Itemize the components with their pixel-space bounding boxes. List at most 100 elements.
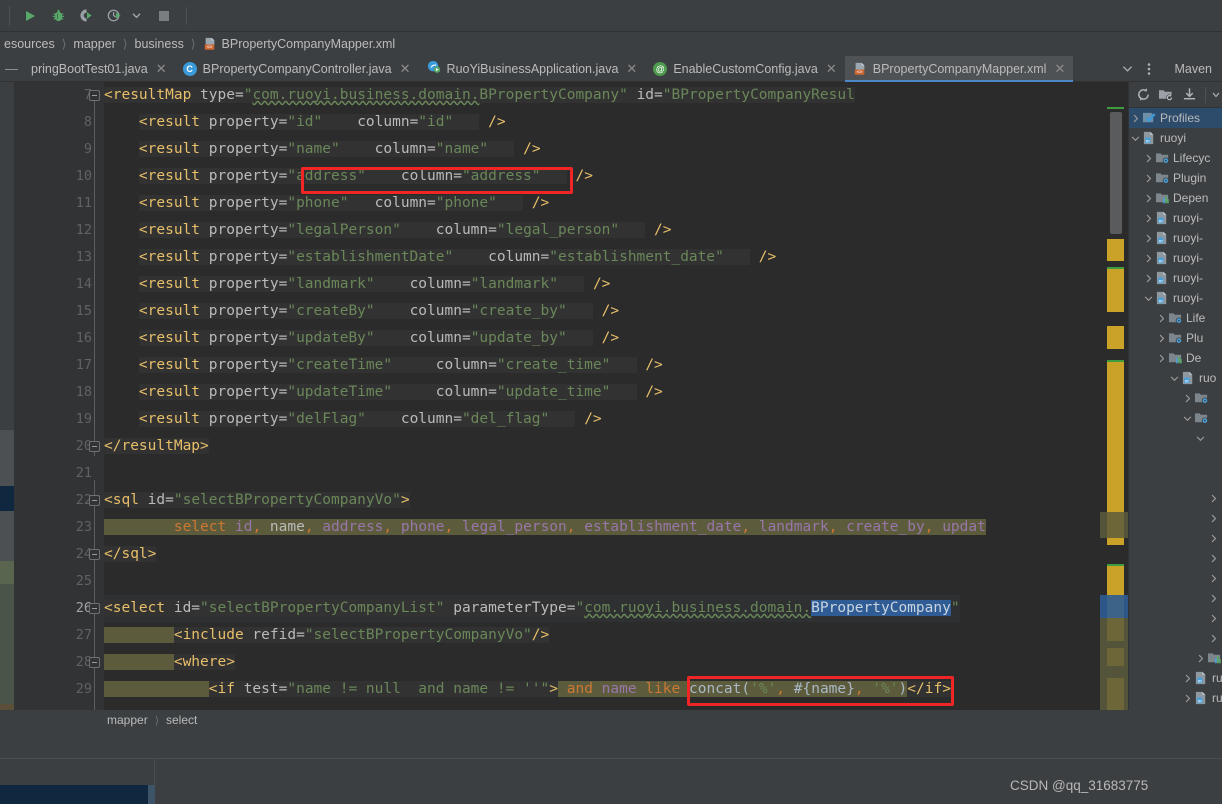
- breadcrumb-item-mapper[interactable]: mapper: [69, 37, 119, 51]
- maven-tree-row[interactable]: Plu: [1129, 328, 1222, 348]
- maven-tree-row[interactable]: mruo: [1129, 368, 1222, 388]
- chevron-right-icon[interactable]: [1142, 254, 1155, 263]
- chevron-right-icon[interactable]: [1142, 214, 1155, 223]
- close-icon[interactable]: ✕: [400, 61, 411, 77]
- maven-tree-row[interactable]: [1129, 608, 1222, 628]
- chevron-right-icon[interactable]: [1142, 154, 1155, 163]
- reload-all-maven-projects-button[interactable]: [1133, 84, 1154, 106]
- maven-tree-row[interactable]: [1129, 588, 1222, 608]
- maven-tree-row[interactable]: [1129, 428, 1222, 448]
- chevron-right-icon[interactable]: [1207, 574, 1220, 583]
- debug-button[interactable]: [44, 3, 72, 29]
- maven-projects-tree[interactable]: ProfilesmruoyiLifecycPluginDepenmruoyi-m…: [1129, 108, 1222, 708]
- chevron-right-icon[interactable]: [1207, 534, 1220, 543]
- maven-tree-row[interactable]: mruoyi-: [1129, 268, 1222, 288]
- chevron-right-icon[interactable]: [1155, 314, 1168, 323]
- profile-button[interactable]: [100, 3, 128, 29]
- scrollbar-thumb[interactable]: [1110, 112, 1122, 234]
- maven-tree-row[interactable]: Profiles: [1129, 108, 1222, 128]
- maven-tree-row[interactable]: [1129, 628, 1222, 648]
- chevron-right-icon[interactable]: [1181, 394, 1194, 403]
- maven-tree-row[interactable]: [1129, 468, 1222, 488]
- chevron-down-icon[interactable]: [1194, 434, 1207, 443]
- tab-enablecustomconfig[interactable]: @ EnableCustomConfig.java ✕: [645, 56, 844, 81]
- chevron-right-icon[interactable]: [1207, 614, 1220, 623]
- maven-tree-row[interactable]: mruoyi: [1129, 128, 1222, 148]
- chevron-right-icon[interactable]: [1194, 654, 1207, 663]
- chevron-right-icon[interactable]: [1181, 694, 1194, 703]
- download-sources-button[interactable]: [1179, 84, 1200, 106]
- chevron-down-icon[interactable]: [1129, 134, 1142, 143]
- breadcrumb-item-file[interactable]: <> BPropertyCompanyMapper.xml: [199, 37, 400, 51]
- stripe-marker-warning[interactable]: [1107, 326, 1124, 349]
- maven-tree-row[interactable]: mruo: [1129, 668, 1222, 688]
- chevron-right-icon[interactable]: [1207, 554, 1220, 563]
- maven-tree-row[interactable]: mruoyi-: [1129, 208, 1222, 228]
- chevron-right-icon[interactable]: [1142, 234, 1155, 243]
- stop-button[interactable]: [150, 3, 178, 29]
- breadcrumb-item-business[interactable]: business: [131, 37, 188, 51]
- run-button[interactable]: [16, 3, 44, 29]
- fold-collapse-icon[interactable]: [89, 549, 100, 560]
- tab-options-button[interactable]: [1138, 57, 1160, 81]
- tab-bpropertycompanymapper[interactable]: <> BPropertyCompanyMapper.xml ✕: [845, 56, 1074, 81]
- fold-collapse-icon[interactable]: [89, 657, 100, 668]
- tab-springboottest01[interactable]: pringBootTest01.java ✕: [23, 56, 175, 81]
- chevron-down-icon[interactable]: [1168, 374, 1181, 383]
- chevron-right-icon[interactable]: [1207, 594, 1220, 603]
- close-icon[interactable]: ✕: [826, 61, 837, 77]
- tab-scroll-left-indicator[interactable]: —: [0, 56, 23, 81]
- breadcrumb-item-select[interactable]: select: [163, 713, 200, 727]
- error-stripe-scrollbar[interactable]: [1100, 82, 1128, 710]
- chevron-right-icon[interactable]: [1207, 514, 1220, 523]
- tab-bpropertycompanycontroller[interactable]: C BPropertyCompanyController.java ✕: [175, 56, 419, 81]
- code-editor[interactable]: 7 8 9 10 11 12 13 14 15 16 17 18 19 20 2…: [0, 82, 1128, 710]
- chevron-right-icon[interactable]: [1155, 354, 1168, 363]
- maven-tree-row[interactable]: [1129, 568, 1222, 588]
- maven-tree-row[interactable]: [1129, 528, 1222, 548]
- maven-tree-row[interactable]: [1129, 648, 1222, 668]
- close-icon[interactable]: ✕: [156, 61, 167, 77]
- generate-sources-button[interactable]: [1156, 84, 1177, 106]
- maven-tree-row[interactable]: mruo: [1129, 688, 1222, 708]
- close-icon[interactable]: ✕: [1054, 61, 1065, 77]
- chevron-right-icon[interactable]: [1142, 174, 1155, 183]
- chevron-down-icon[interactable]: [1181, 414, 1194, 423]
- breadcrumb-item-mapper[interactable]: mapper: [104, 713, 151, 727]
- maven-more-button[interactable]: [1211, 84, 1222, 106]
- chevron-right-icon[interactable]: [1129, 114, 1142, 123]
- maven-tree-row[interactable]: mruoyi-: [1129, 228, 1222, 248]
- stripe-marker-warning[interactable]: [1107, 269, 1124, 312]
- close-icon[interactable]: ✕: [626, 61, 637, 77]
- editor-gutter[interactable]: 7 8 9 10 11 12 13 14 15 16 17 18 19 20 2…: [14, 82, 104, 710]
- maven-tree-row[interactable]: [1129, 408, 1222, 428]
- breadcrumb-item-resources[interactable]: esources: [0, 37, 59, 51]
- run-with-coverage-button[interactable]: [72, 3, 100, 29]
- fold-collapse-icon[interactable]: [89, 441, 100, 452]
- maven-tree-row[interactable]: [1129, 488, 1222, 508]
- maven-tree-row[interactable]: [1129, 448, 1222, 468]
- code-content[interactable]: <resultMap type="com.ruoyi.business.doma…: [104, 82, 1100, 710]
- chevron-right-icon[interactable]: [1155, 334, 1168, 343]
- maven-tree-row[interactable]: Lifecyc: [1129, 148, 1222, 168]
- fold-collapse-icon[interactable]: [89, 90, 100, 101]
- maven-tree-row[interactable]: [1129, 508, 1222, 528]
- chevron-right-icon[interactable]: [1207, 634, 1220, 643]
- tab-ruoyibusinessapplication[interactable]: RuoYiBusinessApplication.java ✕: [419, 56, 646, 81]
- chevron-right-icon[interactable]: [1207, 494, 1220, 503]
- maven-tree-row[interactable]: Life: [1129, 308, 1222, 328]
- maven-tool-window[interactable]: ProfilesmruoyiLifecycPluginDepenmruoyi-m…: [1128, 82, 1222, 710]
- maven-tree-row[interactable]: Plugin: [1129, 168, 1222, 188]
- chevron-right-icon[interactable]: [1142, 274, 1155, 283]
- maven-tree-row[interactable]: mruoyi-: [1129, 248, 1222, 268]
- chevron-right-icon[interactable]: [1181, 674, 1194, 683]
- stripe-marker-warning[interactable]: [1107, 239, 1124, 261]
- tab-list-dropdown-button[interactable]: [1116, 57, 1138, 81]
- maven-tree-row[interactable]: Depen: [1129, 188, 1222, 208]
- profile-dropdown[interactable]: [128, 3, 144, 29]
- chevron-right-icon[interactable]: [1142, 194, 1155, 203]
- maven-tree-row[interactable]: De: [1129, 348, 1222, 368]
- maven-tree-row[interactable]: [1129, 548, 1222, 568]
- maven-tree-row[interactable]: [1129, 388, 1222, 408]
- maven-tree-row[interactable]: mruoyi-: [1129, 288, 1222, 308]
